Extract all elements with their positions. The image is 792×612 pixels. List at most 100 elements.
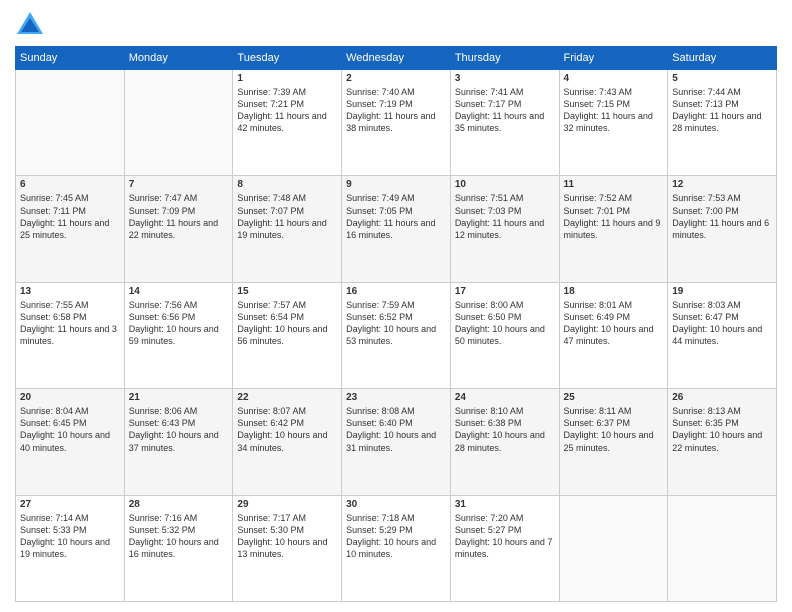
- day-info: Sunrise: 7:49 AM Sunset: 7:05 PM Dayligh…: [346, 192, 446, 241]
- day-info: Sunrise: 8:11 AM Sunset: 6:37 PM Dayligh…: [564, 405, 664, 454]
- calendar-cell: 27 Sunrise: 7:14 AM Sunset: 5:33 PM Dayli…: [16, 495, 125, 601]
- day-info: Sunrise: 8:08 AM Sunset: 6:40 PM Dayligh…: [346, 405, 446, 454]
- day-number: 19: [672, 286, 772, 297]
- day-number: 7: [129, 179, 229, 190]
- calendar-week-2: 6Sunrise: 7:45 AM Sunset: 7:11 PM Daylig…: [16, 176, 777, 282]
- calendar-cell: 4Sunrise: 7:43 AM Sunset: 7:15 PM Daylig…: [559, 70, 668, 176]
- day-info: Sunrise: 8:13 AM Sunset: 6:35 PM Dayligh…: [672, 405, 772, 454]
- day-info: Sunrise: 7:59 AM Sunset: 6:52 PM Dayligh…: [346, 299, 446, 348]
- day-info: Sunrise: 7:55 AM Sunset: 6:58 PM Dayligh…: [20, 299, 120, 348]
- calendar-header-saturday: Saturday: [668, 47, 777, 70]
- day-number: 18: [564, 286, 664, 297]
- calendar-cell: 9 Sunrise: 7:49 AM Sunset: 7:05 PM Daylig…: [342, 176, 451, 282]
- calendar-cell: 6Sunrise: 7:45 AM Sunset: 7:11 PM Daylig…: [16, 176, 125, 282]
- calendar-cell: 11 Sunrise: 7:52 AM Sunset: 7:01 PM Dayli…: [559, 176, 668, 282]
- calendar-cell: 31 Sunrise: 7:20 AM Sunset: 5:27 PM Dayli…: [450, 495, 559, 601]
- day-number: 26: [672, 392, 772, 403]
- calendar-cell: 5Sunrise: 7:44 AM Sunset: 7:13 PM Daylig…: [668, 70, 777, 176]
- calendar-week-4: 20 Sunrise: 8:04 AM Sunset: 6:45 PM Dayli…: [16, 389, 777, 495]
- day-info: Sunrise: 8:07 AM Sunset: 6:42 PM Dayligh…: [237, 405, 337, 454]
- day-info: Sunrise: 8:06 AM Sunset: 6:43 PM Dayligh…: [129, 405, 229, 454]
- calendar-cell: 25 Sunrise: 8:11 AM Sunset: 6:37 PM Dayli…: [559, 389, 668, 495]
- day-number: 21: [129, 392, 229, 403]
- calendar-cell: 2 Sunrise: 7:40 AM Sunset: 7:19 PM Daylig…: [342, 70, 451, 176]
- day-info: Sunrise: 7:51 AM Sunset: 7:03 PM Dayligh…: [455, 192, 555, 241]
- day-number: 10: [455, 179, 555, 190]
- calendar-cell: 15 Sunrise: 7:57 AM Sunset: 6:54 PM Dayli…: [233, 282, 342, 388]
- day-info: Sunrise: 8:01 AM Sunset: 6:49 PM Dayligh…: [564, 299, 664, 348]
- calendar-header-friday: Friday: [559, 47, 668, 70]
- day-info: Sunrise: 8:00 AM Sunset: 6:50 PM Dayligh…: [455, 299, 555, 348]
- calendar-header-wednesday: Wednesday: [342, 47, 451, 70]
- calendar-cell: 21 Sunrise: 8:06 AM Sunset: 6:43 PM Dayli…: [124, 389, 233, 495]
- day-number: 27: [20, 499, 120, 510]
- day-number: 14: [129, 286, 229, 297]
- day-info: Sunrise: 8:03 AM Sunset: 6:47 PM Dayligh…: [672, 299, 772, 348]
- calendar-header-tuesday: Tuesday: [233, 47, 342, 70]
- day-number: 15: [237, 286, 337, 297]
- day-info: Sunrise: 7:14 AM Sunset: 5:33 PM Dayligh…: [20, 512, 120, 561]
- day-number: 30: [346, 499, 446, 510]
- day-number: 25: [564, 392, 664, 403]
- day-info: Sunrise: 7:20 AM Sunset: 5:27 PM Dayligh…: [455, 512, 555, 561]
- calendar-cell: 22 Sunrise: 8:07 AM Sunset: 6:42 PM Dayli…: [233, 389, 342, 495]
- day-info: Sunrise: 7:44 AM Sunset: 7:13 PM Dayligh…: [672, 86, 772, 135]
- day-number: 9: [346, 179, 446, 190]
- calendar-cell: [124, 70, 233, 176]
- calendar-cell: 26 Sunrise: 8:13 AM Sunset: 6:35 PM Dayli…: [668, 389, 777, 495]
- calendar-cell: 19 Sunrise: 8:03 AM Sunset: 6:47 PM Dayli…: [668, 282, 777, 388]
- day-info: Sunrise: 7:39 AM Sunset: 7:21 PM Dayligh…: [237, 86, 337, 135]
- calendar-cell: 12 Sunrise: 7:53 AM Sunset: 7:00 PM Dayli…: [668, 176, 777, 282]
- day-info: Sunrise: 7:40 AM Sunset: 7:19 PM Dayligh…: [346, 86, 446, 135]
- day-info: Sunrise: 7:47 AM Sunset: 7:09 PM Dayligh…: [129, 192, 229, 241]
- day-number: 8: [237, 179, 337, 190]
- logo: [15, 10, 49, 38]
- day-number: 11: [564, 179, 664, 190]
- day-info: Sunrise: 7:41 AM Sunset: 7:17 PM Dayligh…: [455, 86, 555, 135]
- day-info: Sunrise: 8:10 AM Sunset: 6:38 PM Dayligh…: [455, 405, 555, 454]
- day-number: 4: [564, 73, 664, 84]
- day-number: 12: [672, 179, 772, 190]
- day-number: 2: [346, 73, 446, 84]
- calendar-header-row: SundayMondayTuesdayWednesdayThursdayFrid…: [16, 47, 777, 70]
- day-number: 16: [346, 286, 446, 297]
- calendar-table: SundayMondayTuesdayWednesdayThursdayFrid…: [15, 46, 777, 602]
- day-number: 17: [455, 286, 555, 297]
- calendar-cell: 23 Sunrise: 8:08 AM Sunset: 6:40 PM Dayli…: [342, 389, 451, 495]
- calendar-cell: 24 Sunrise: 8:10 AM Sunset: 6:38 PM Dayli…: [450, 389, 559, 495]
- calendar-header-sunday: Sunday: [16, 47, 125, 70]
- day-number: 31: [455, 499, 555, 510]
- day-info: Sunrise: 7:48 AM Sunset: 7:07 PM Dayligh…: [237, 192, 337, 241]
- calendar-week-3: 13 Sunrise: 7:55 AM Sunset: 6:58 PM Dayli…: [16, 282, 777, 388]
- calendar-cell: 7 Sunrise: 7:47 AM Sunset: 7:09 PM Daylig…: [124, 176, 233, 282]
- day-info: Sunrise: 7:53 AM Sunset: 7:00 PM Dayligh…: [672, 192, 772, 241]
- day-number: 23: [346, 392, 446, 403]
- calendar-cell: 10 Sunrise: 7:51 AM Sunset: 7:03 PM Dayli…: [450, 176, 559, 282]
- calendar-header-thursday: Thursday: [450, 47, 559, 70]
- day-info: Sunrise: 7:57 AM Sunset: 6:54 PM Dayligh…: [237, 299, 337, 348]
- calendar-cell: [16, 70, 125, 176]
- day-number: 1: [237, 73, 337, 84]
- calendar-cell: 1 Sunrise: 7:39 AM Sunset: 7:21 PM Daylig…: [233, 70, 342, 176]
- day-info: Sunrise: 8:04 AM Sunset: 6:45 PM Dayligh…: [20, 405, 120, 454]
- calendar-header-monday: Monday: [124, 47, 233, 70]
- calendar-cell: 18 Sunrise: 8:01 AM Sunset: 6:49 PM Dayli…: [559, 282, 668, 388]
- day-number: 13: [20, 286, 120, 297]
- logo-icon: [15, 10, 45, 38]
- calendar-cell: 13 Sunrise: 7:55 AM Sunset: 6:58 PM Dayli…: [16, 282, 125, 388]
- header: [15, 10, 777, 38]
- day-info: Sunrise: 7:56 AM Sunset: 6:56 PM Dayligh…: [129, 299, 229, 348]
- day-number: 3: [455, 73, 555, 84]
- day-info: Sunrise: 7:16 AM Sunset: 5:32 PM Dayligh…: [129, 512, 229, 561]
- day-number: 22: [237, 392, 337, 403]
- calendar-cell: [559, 495, 668, 601]
- day-number: 24: [455, 392, 555, 403]
- calendar-cell: 17 Sunrise: 8:00 AM Sunset: 6:50 PM Dayli…: [450, 282, 559, 388]
- calendar-week-1: 1 Sunrise: 7:39 AM Sunset: 7:21 PM Daylig…: [16, 70, 777, 176]
- day-info: Sunrise: 7:52 AM Sunset: 7:01 PM Dayligh…: [564, 192, 664, 241]
- day-number: 20: [20, 392, 120, 403]
- calendar-cell: [668, 495, 777, 601]
- calendar-cell: 29Sunrise: 7:17 AM Sunset: 5:30 PM Dayli…: [233, 495, 342, 601]
- day-number: 29: [237, 499, 337, 510]
- day-info: Sunrise: 7:18 AM Sunset: 5:29 PM Dayligh…: [346, 512, 446, 561]
